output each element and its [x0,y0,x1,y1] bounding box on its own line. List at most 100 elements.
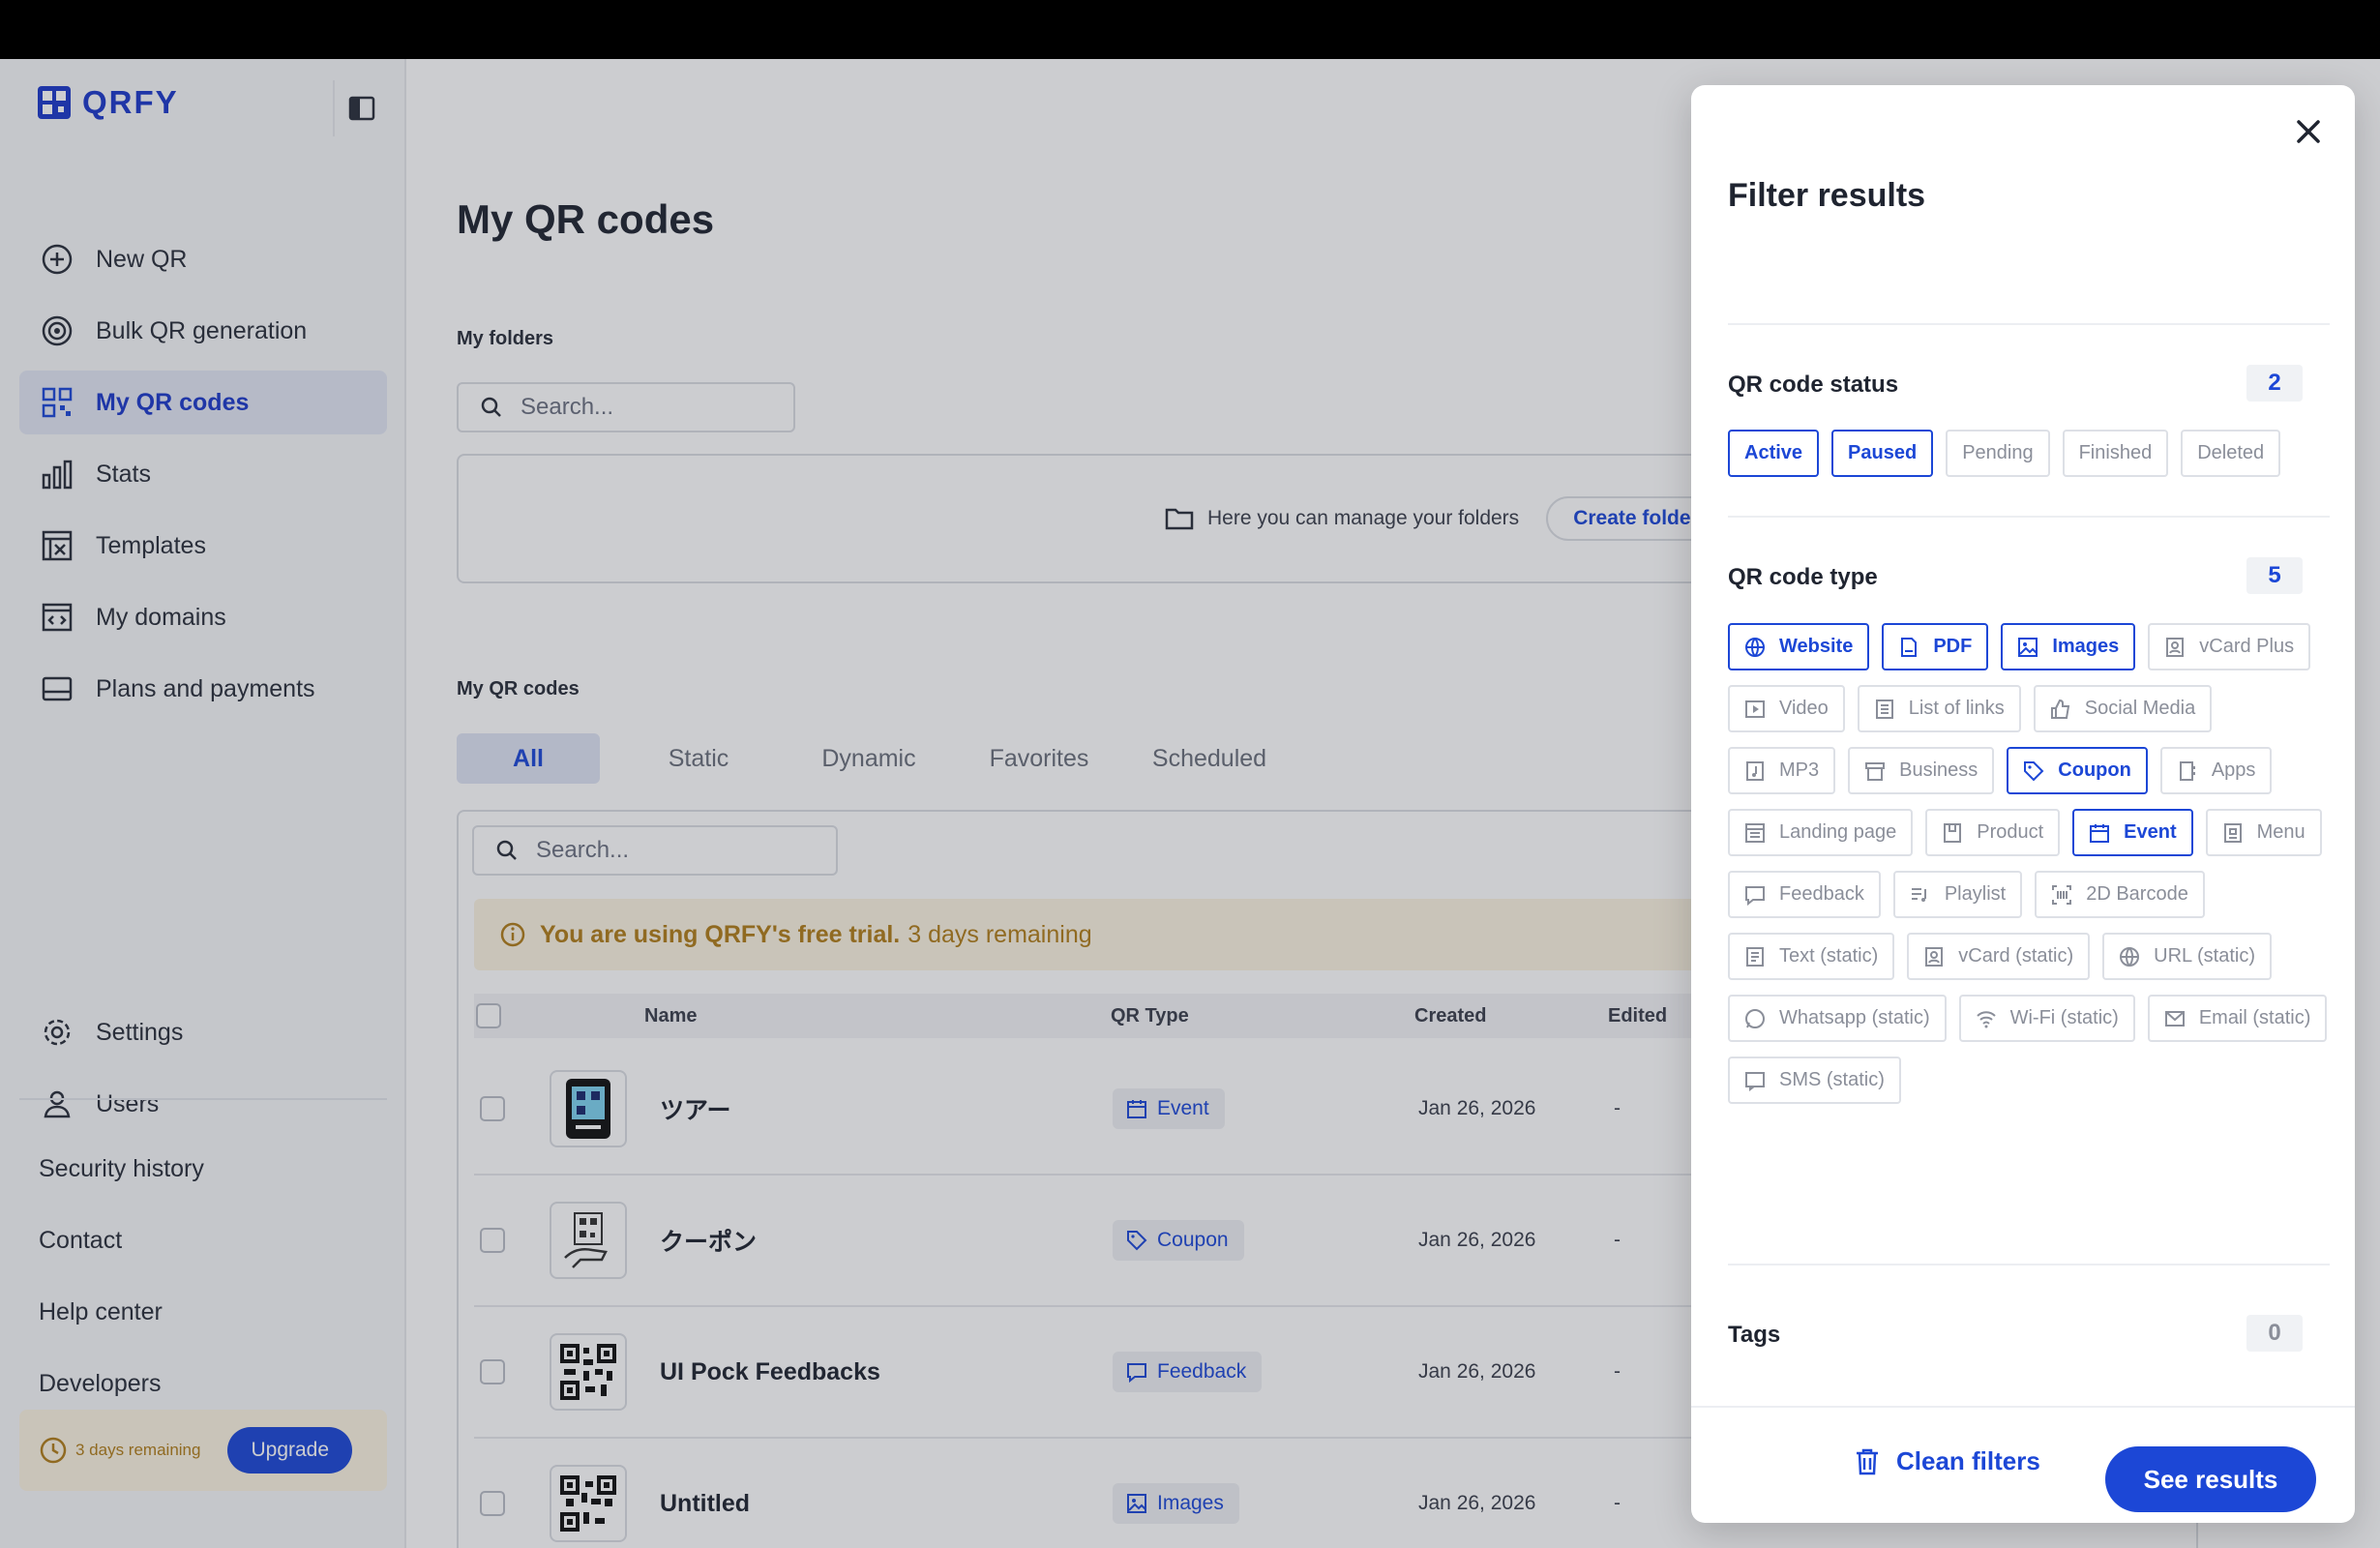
chip-label: vCard (static) [1958,945,2074,967]
filter-chip-playlist[interactable]: Playlist [1892,871,2023,918]
clean-filters-label: Clean filters [1896,1446,2040,1475]
chip-label: Business [1899,759,1978,781]
filter-chip-product[interactable]: Product [1925,809,2061,856]
text-icon [1744,946,1766,968]
chip-label: Feedback [1779,883,1864,905]
playlist-icon [1910,884,1931,906]
see-results-button[interactable]: See results [2105,1446,2316,1512]
filter-chip-sms-static[interactable]: SMS (static) [1728,1057,1901,1104]
filter-chip-active[interactable]: Active [1728,430,1820,477]
sms-icon [1744,1070,1766,1091]
filter-chip-whatsapp-static[interactable]: Whatsapp (static) [1728,995,1947,1042]
chip-label: Coupon [2058,759,2131,781]
filter-chip-images[interactable]: Images [2001,623,2136,670]
filter-chip-pdf[interactable]: PDF [1882,623,1989,670]
chip-label: Finished [2078,442,2153,463]
tags-count-badge: 0 [2246,1315,2303,1352]
page-icon [1744,822,1766,844]
filter-chip-list-of-links[interactable]: List of links [1857,685,2021,732]
chip-label: Video [1779,698,1829,719]
filter-chip-deleted[interactable]: Deleted [2181,430,2281,477]
filter-chip-apps[interactable]: Apps [2159,747,2273,794]
status-section-title: QR code status [1728,372,1899,398]
chip-label: Deleted [2197,442,2265,463]
panel-footer: Clean filters See results [1691,1406,2355,1523]
status-count-badge: 2 [2246,365,2303,402]
chip-label: Active [1744,442,1803,463]
thumbs-up-icon [2050,699,2071,720]
chip-label: Paused [1848,442,1918,463]
filter-chip-menu[interactable]: Menu [2205,809,2322,856]
chip-label: 2D Barcode [2086,883,2188,905]
barcode-icon [2051,884,2072,906]
chip-label: Product [1977,821,2044,843]
chip-label: URL (static) [2154,945,2255,967]
filter-chip-finished[interactable]: Finished [2062,430,2169,477]
filter-chip-coupon[interactable]: Coupon [2007,747,2148,794]
filter-chip-feedback[interactable]: Feedback [1728,871,1881,918]
filter-chip-website[interactable]: Website [1728,623,1870,670]
vcard-icon [2164,637,2186,658]
chip-label: Website [1779,636,1854,657]
filter-title: Filter results [1728,177,1926,214]
music-icon [1744,760,1766,782]
filter-chip-video[interactable]: Video [1728,685,1845,732]
type-section-title: QR code type [1728,564,1878,590]
filter-chip-wi-fi-static[interactable]: Wi-Fi (static) [1958,995,2135,1042]
type-count-badge: 5 [2246,557,2303,594]
chip-label: Email (static) [2198,1007,2311,1028]
contact-icon [1923,946,1945,968]
filter-chip-vcard-plus[interactable]: vCard Plus [2148,623,2311,670]
image-icon [2017,637,2038,658]
chip-label: Social Media [2084,698,2196,719]
chip-label: Wi-Fi (static) [2009,1007,2119,1028]
status-chips: Active Paused Pending Finished Deleted [1728,430,2328,477]
filter-chip-text-static[interactable]: Text (static) [1728,933,1895,980]
chip-label: PDF [1933,636,1973,657]
panel-divider [1728,1264,2330,1265]
filter-chip-social-media[interactable]: Social Media [2033,685,2213,732]
filter-chip-url-static[interactable]: URL (static) [2102,933,2272,980]
tags-section-title: Tags [1728,1322,1781,1348]
apps-icon [2177,760,2198,782]
filter-chip-event[interactable]: Event [2072,809,2193,856]
pdf-icon [1898,637,1919,658]
chip-label: Menu [2256,821,2306,843]
feedback-icon [1744,884,1766,906]
filter-chip-business[interactable]: Business [1848,747,1995,794]
filter-chip-2d-barcode[interactable]: 2D Barcode [2035,871,2205,918]
menu-icon [2222,822,2244,844]
filter-chip-pending[interactable]: Pending [1946,430,2050,477]
chip-label: List of links [1908,698,2005,719]
close-icon [2297,120,2320,143]
filter-chip-mp3[interactable]: MP3 [1728,747,1836,794]
chip-label: MP3 [1779,759,1820,781]
store-icon [1864,760,1886,782]
chip-label: Pending [1962,442,2034,463]
whatsapp-icon [1744,1008,1766,1029]
chip-label: Text (static) [1779,945,1879,967]
panel-divider [1728,516,2330,518]
list-icon [1874,699,1895,720]
app-window: QRFY New QR Bulk QR generation My QR cod… [0,59,2380,1548]
clean-filters-button[interactable]: Clean filters [1854,1446,2040,1476]
chip-label: Apps [2211,759,2256,781]
chip-label: Playlist [1944,883,2007,905]
type-chips: Website PDF Images vCard Plus Video List of l… [1728,623,2328,1104]
filter-chip-vcard-static[interactable]: vCard (static) [1907,933,2091,980]
filter-chip-paused[interactable]: Paused [1831,430,1934,477]
filter-panel: Filter results QR code status 2 Active Pa… [1691,85,2355,1523]
filter-chip-landing-page[interactable]: Landing page [1728,809,1914,856]
chip-label: Images [2052,636,2120,657]
close-button[interactable] [2287,110,2330,153]
calendar-icon [2089,822,2110,844]
chip-label: Landing page [1779,821,1897,843]
chip-label: Event [2124,821,2177,843]
video-icon [1744,699,1766,720]
globe-icon [1744,637,1766,658]
panel-divider [1728,323,2330,325]
wifi-icon [1976,1008,1997,1029]
chip-label: vCard Plus [2199,636,2295,657]
chip-label: Whatsapp (static) [1779,1007,1930,1028]
filter-chip-email-static[interactable]: Email (static) [2147,995,2328,1042]
